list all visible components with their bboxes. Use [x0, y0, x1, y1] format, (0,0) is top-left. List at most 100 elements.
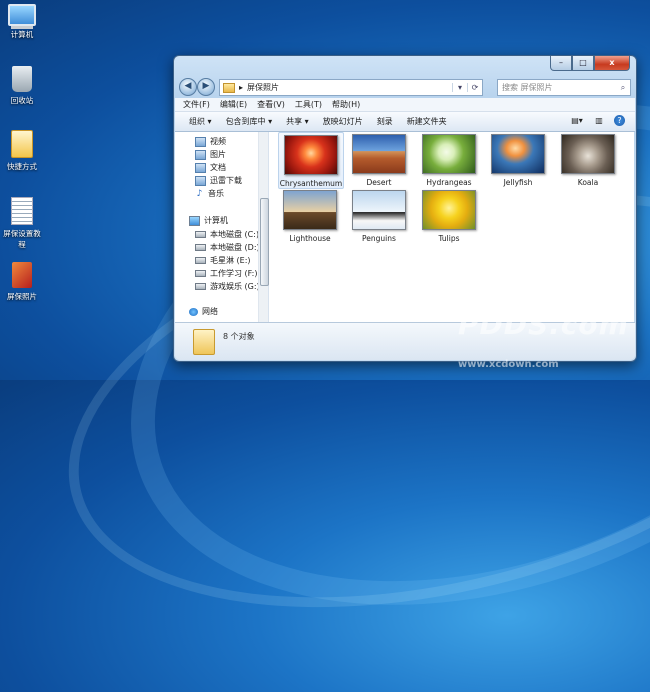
file-name: Desert — [366, 178, 392, 187]
file-tile[interactable]: Chrysanthemum — [278, 132, 344, 189]
new-folder-button[interactable]: 新建文件夹 — [407, 116, 447, 127]
navigation-row: ◀ ▶ ▸ 屏保照片 ▾ ⟳ 搜索 屏保照片 ⌕ — [179, 76, 631, 98]
menu-file[interactable]: 文件(F) — [183, 98, 210, 111]
refresh-button[interactable]: ⟳ — [467, 83, 482, 92]
desktop-icon-screensaver-photos[interactable]: 屏保照片 — [0, 262, 44, 302]
preview-pane-icon[interactable]: ▥ — [592, 115, 606, 127]
menu-help[interactable]: 帮助(H) — [332, 98, 360, 111]
nav-item-drive-g[interactable]: 游戏娱乐 (G:) — [195, 281, 260, 292]
shortcut-icon — [11, 130, 33, 158]
address-bar[interactable]: ▸ 屏保照片 ▾ ⟳ — [219, 79, 483, 96]
file-tile[interactable]: Tulips — [417, 188, 481, 243]
network-icon — [189, 307, 198, 316]
navigation-pane: 视频 图片 文档 迅雷下载 ♪ 音乐 计算机 本地磁盘 (C:) 本地磁盘 (D:… — [175, 132, 269, 322]
desktop-icon-recycle-bin[interactable]: 回收站 — [0, 66, 44, 106]
file-tile[interactable]: Desert — [347, 132, 411, 187]
desktop-icon-tutorial-doc[interactable]: 屏保设置教程 — [0, 197, 44, 250]
image-thumbnail — [491, 134, 545, 174]
download-library-icon — [195, 175, 206, 186]
search-input[interactable]: 搜索 屏保照片 ⌕ — [497, 79, 631, 96]
nav-item-pictures[interactable]: 图片 — [195, 149, 226, 160]
image-thumbnail — [352, 190, 406, 230]
nav-item-label: 视频 — [210, 137, 226, 146]
file-name: Koala — [577, 178, 599, 187]
image-thumbnail — [422, 134, 476, 174]
include-in-library-button[interactable]: 包含到库中 ▾ — [226, 116, 273, 127]
video-library-icon — [195, 136, 206, 147]
desktop-icon-label: 快捷方式 — [7, 162, 37, 171]
menu-view[interactable]: 查看(V) — [257, 98, 285, 111]
file-tile[interactable]: Lighthouse — [278, 188, 342, 243]
nav-item-label: 迅雷下载 — [210, 176, 242, 185]
file-tile[interactable]: Penguins — [347, 188, 411, 243]
breadcrumb[interactable]: 屏保照片 — [247, 82, 452, 93]
nav-item-drive-e[interactable]: 毛星淋 (E:) — [195, 255, 251, 266]
nav-item-videos[interactable]: 视频 — [195, 136, 226, 147]
file-name: Jellyfish — [503, 178, 533, 187]
nav-item-drive-f[interactable]: 工作学习 (F:) — [195, 268, 257, 279]
folder-icon — [193, 329, 215, 355]
watermark-text: PDDS.com — [458, 308, 629, 341]
music-icon: ♪ — [196, 188, 203, 199]
minimize-button[interactable]: – — [550, 56, 572, 71]
nav-item-label: 网络 — [202, 307, 218, 316]
nav-item-music[interactable]: ♪ 音乐 — [195, 188, 224, 199]
nav-item-computer[interactable]: 计算机 — [189, 215, 228, 226]
search-icon[interactable]: ⌕ — [612, 83, 630, 93]
desktop-icon-label: 屏保照片 — [7, 292, 37, 301]
nav-item-documents[interactable]: 文档 — [195, 162, 226, 173]
nav-item-label: 工作学习 (F:) — [210, 269, 258, 278]
drive-icon — [195, 283, 206, 290]
item-count: 8 个对象 — [223, 332, 255, 341]
nav-item-thunder-downloads[interactable]: 迅雷下载 — [195, 175, 242, 186]
nav-item-label: 计算机 — [204, 216, 228, 225]
drive-icon — [195, 244, 206, 251]
nav-item-label: 游戏娱乐 (G:) — [210, 282, 260, 291]
close-button[interactable]: x — [594, 56, 630, 71]
desktop-icon-label: 计算机 — [10, 30, 34, 39]
help-icon[interactable]: ? — [614, 115, 625, 126]
breadcrumb-separator: ▸ — [239, 83, 244, 92]
drive-icon — [195, 270, 206, 277]
slideshow-button[interactable]: 放映幻灯片 — [323, 116, 363, 127]
nav-item-label: 毛星淋 (E:) — [210, 256, 251, 265]
computer-icon — [8, 4, 36, 26]
maximize-button[interactable]: □ — [572, 56, 594, 71]
share-button[interactable]: 共享 ▾ — [286, 116, 309, 127]
app-icon — [12, 262, 32, 288]
file-tile[interactable]: Jellyfish — [486, 132, 550, 187]
scrollbar-thumb[interactable] — [260, 198, 269, 286]
change-view-icon[interactable]: ▤▾ — [570, 115, 584, 127]
file-tile[interactable]: Hydrangeas — [417, 132, 481, 187]
file-name: Tulips — [438, 234, 460, 243]
file-name: Penguins — [362, 234, 396, 243]
forward-button[interactable]: ▶ — [197, 78, 215, 96]
nav-item-drive-d[interactable]: 本地磁盘 (D:) — [195, 242, 260, 253]
document-icon — [11, 197, 33, 225]
nav-item-network[interactable]: 网络 — [189, 306, 218, 317]
nav-item-drive-c[interactable]: 本地磁盘 (C:) — [195, 229, 259, 240]
organize-button[interactable]: 组织 ▾ — [189, 116, 212, 127]
menu-edit[interactable]: 编辑(E) — [220, 98, 247, 111]
picture-library-icon — [195, 149, 206, 160]
command-bar: 组织 ▾ 包含到库中 ▾ 共享 ▾ 放映幻灯片 刻录 新建文件夹 ▤▾ ▥ ? — [175, 112, 635, 132]
address-dropdown-button[interactable]: ▾ — [452, 83, 467, 92]
image-thumbnail — [283, 190, 337, 230]
back-button[interactable]: ◀ — [179, 78, 197, 96]
computer-icon — [189, 215, 200, 226]
watermark: PDDS.com www.xcdown.com — [458, 308, 629, 374]
desktop-icon-shortcut[interactable]: 快捷方式 — [0, 130, 44, 172]
file-name: Chrysanthemum — [279, 179, 343, 188]
desktop-icon-label: 回收站 — [10, 96, 34, 105]
drive-icon — [195, 257, 206, 264]
menu-tools[interactable]: 工具(T) — [295, 98, 322, 111]
image-thumbnail — [422, 190, 476, 230]
title-bar[interactable]: – □ x — [174, 56, 636, 76]
desktop-icon-computer[interactable]: 计算机 — [0, 4, 44, 40]
nav-item-label: 本地磁盘 (D:) — [210, 243, 260, 252]
nav-item-label: 文档 — [210, 163, 226, 172]
file-tile[interactable]: Koala — [556, 132, 620, 187]
burn-button[interactable]: 刻录 — [377, 116, 393, 127]
image-thumbnail — [284, 135, 338, 175]
nav-scrollbar[interactable] — [258, 132, 269, 322]
